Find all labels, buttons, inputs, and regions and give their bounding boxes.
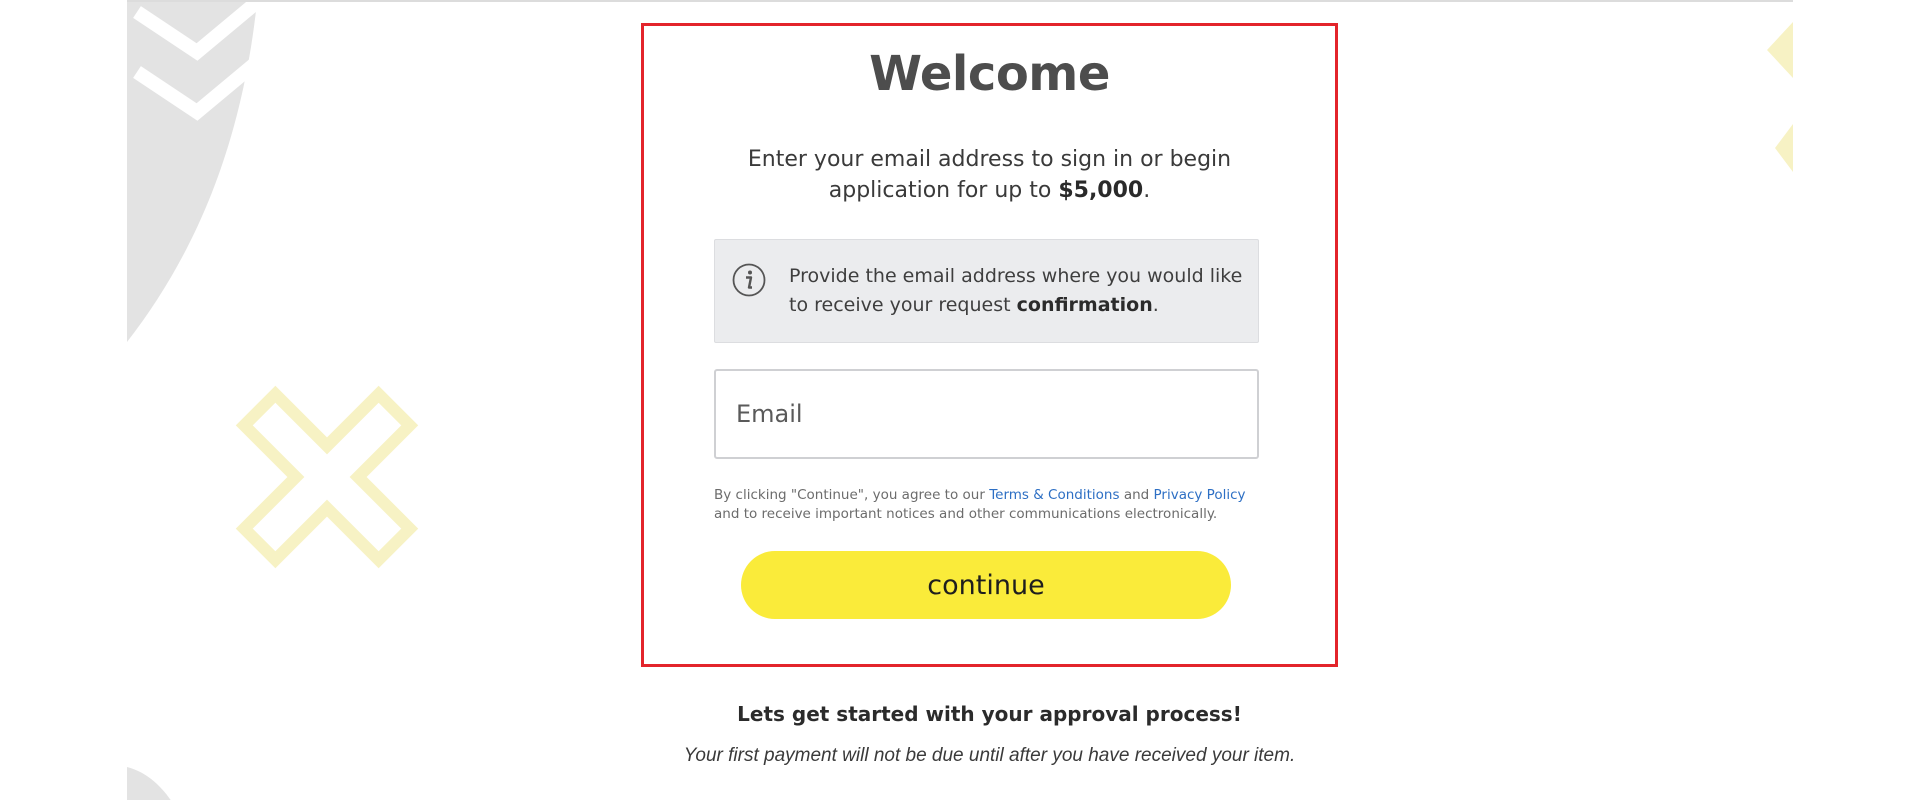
grey-shape-bottom-left [127,767,171,800]
info-text: Provide the email address where you woul… [789,262,1249,320]
legal-suffix: and to receive important notices and oth… [714,506,1218,522]
info-icon [732,263,766,297]
continue-button[interactable]: continue [741,551,1231,619]
sign-in-card: Welcome Enter your email address to sign… [641,23,1338,667]
privacy-policy-link[interactable]: Privacy Policy [1154,487,1246,503]
info-notice: Provide the email address where you woul… [714,239,1259,343]
legal-prefix: By clicking "Continue", you agree to our [714,487,985,503]
terms-link[interactable]: Terms & Conditions [989,487,1119,503]
page-title: Welcome [869,46,1110,102]
yellow-shape-top-right [1767,22,1793,78]
footer-heading: Lets get started with your approval proc… [737,702,1242,726]
yellow-shape-right [1775,124,1793,172]
page-content: Welcome Enter your email address to sign… [127,0,1793,800]
left-margin [0,0,127,800]
footer-note: Your first payment will not be due until… [683,745,1296,766]
intro-text-main: Enter your email address to sign in or b… [747,147,1232,203]
info-text-end: . [1152,294,1159,316]
intro-amount: $5,000 [1058,178,1144,203]
legal-disclaimer: By clicking "Continue", you agree to our… [714,486,1274,524]
intro-text-end: . [1143,178,1151,203]
right-margin [1793,0,1920,800]
yellow-x-decoration [235,385,419,569]
legal-and: and [1123,487,1150,503]
intro-text: Enter your email address to sign in or b… [704,144,1275,206]
info-text-bold: confirmation [1016,294,1153,316]
email-input[interactable] [714,369,1259,459]
